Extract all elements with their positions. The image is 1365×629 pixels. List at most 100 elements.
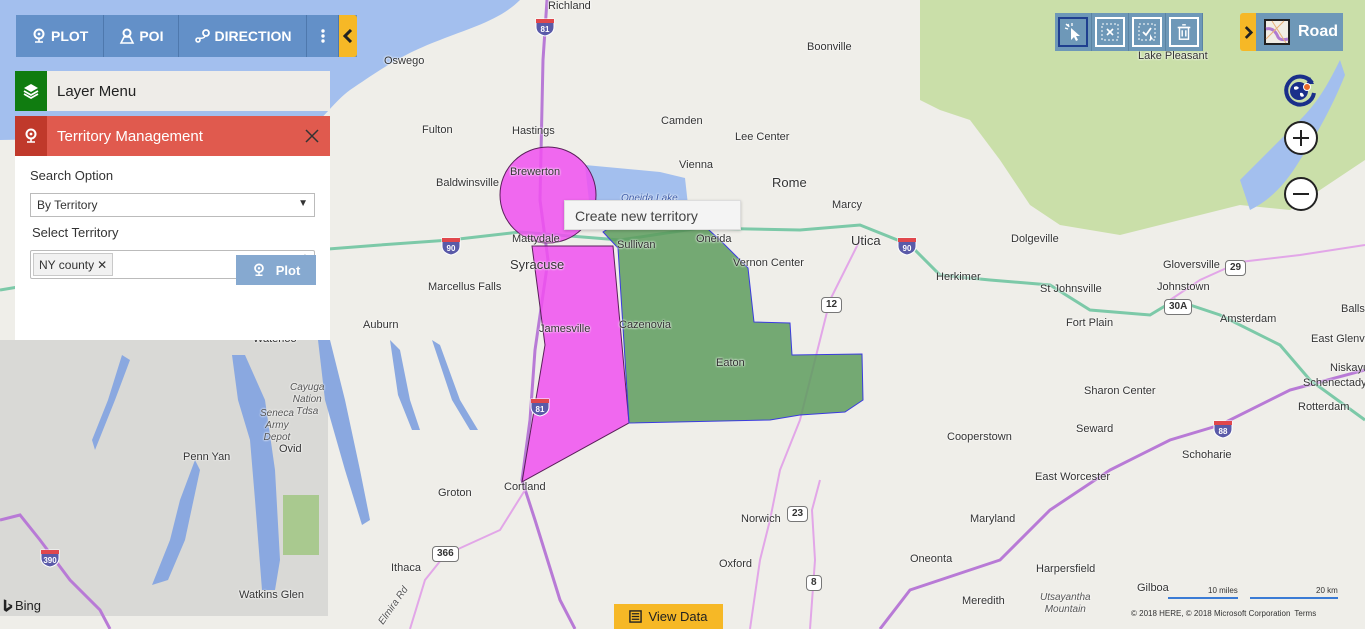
map-label-city: Boonville [807, 41, 852, 53]
view-data-button[interactable]: View Data [614, 604, 723, 629]
map-label-city: Marcy [832, 199, 862, 211]
draw-tools [1055, 13, 1203, 51]
map-label-city: Ballston [1341, 303, 1365, 315]
direction-button[interactable]: DIRECTION [179, 15, 308, 57]
map-label-city: Schoharie [1182, 449, 1232, 461]
locate-me-button[interactable] [1282, 73, 1318, 109]
poi-button-label: POI [139, 28, 164, 44]
map-pin-icon [33, 28, 45, 43]
map-label-city: Utica [851, 233, 881, 248]
close-panel-button[interactable] [294, 116, 330, 156]
layer-menu[interactable]: Layer Menu [15, 71, 330, 111]
map-label-city: Oswego [384, 55, 425, 67]
terms-link[interactable]: Terms [1294, 609, 1316, 618]
more-options-button[interactable] [307, 15, 340, 57]
check-selection-button[interactable] [1129, 13, 1166, 51]
map-label-city: Cooperstown [947, 431, 1012, 443]
svg-text:390: 390 [43, 556, 57, 565]
map-label-city: Watkins Glen [239, 589, 305, 601]
scale-miles: 10 miles [1208, 586, 1238, 595]
list-document-icon [629, 610, 643, 623]
map-label-feature: Seneca Army Depot [260, 408, 294, 443]
territory-panel-title: Territory Management [57, 127, 203, 145]
interstate-shield-icon: 81 [530, 398, 550, 417]
forest-parcel [283, 495, 319, 555]
main-toolbar: PLOT POI DIRECTION [16, 15, 358, 57]
delete-button[interactable] [1166, 13, 1203, 51]
map-label-city: Maryland [970, 513, 1016, 525]
map-label-city: Syracuse [510, 257, 565, 272]
person-pin-icon [120, 28, 135, 44]
map-label-city: Dolgeville [1011, 233, 1059, 245]
state-route-marker: 23 [787, 506, 809, 522]
route-icon [195, 29, 211, 43]
map-label-city: Eaton [716, 357, 745, 369]
map-label-city: Oneida [696, 233, 732, 245]
dropdown-arrow-icon: ▼ [298, 198, 308, 209]
clear-selection-button[interactable] [1092, 13, 1129, 51]
map-label-city: Penn Yan [183, 451, 231, 463]
map-label-city: East Worcester [1035, 471, 1110, 483]
select-tool-button[interactable] [1055, 13, 1092, 51]
map-application: Richland Oswego Boonville Fulton Hastings Cam… [0, 0, 1365, 629]
map-label-city: Cortland [504, 481, 546, 493]
map-label-feature: Cayuga Nation Tdsa [290, 382, 325, 417]
zoom-out-button[interactable] [1284, 177, 1318, 211]
plus-icon [1293, 130, 1309, 146]
interstate-shield-icon: 88 [1213, 420, 1233, 439]
search-option-label: Search Option [30, 168, 114, 183]
map-label-city: Herkimer [936, 271, 981, 283]
create-territory-menu-item[interactable]: Create new territory [564, 200, 741, 230]
chevron-left-icon [343, 29, 353, 43]
map-label-city: Gloversville [1163, 259, 1220, 271]
map-label-city: Sullivan [617, 239, 656, 251]
state-route-marker: 30A [1164, 299, 1193, 315]
map-label-city: Harpersfield [1036, 563, 1096, 575]
road-style-button[interactable]: Road [1256, 13, 1343, 51]
plot-territory-button[interactable]: Plot [236, 255, 316, 285]
map-label-city: Richland [548, 0, 591, 12]
scale-bar-km [1250, 597, 1338, 599]
map-label-city: Mattydale [512, 233, 560, 245]
state-route-marker: 8 [806, 575, 822, 591]
map-label-city: Ithaca [391, 562, 421, 574]
check-selection-icon [1132, 17, 1162, 47]
state-route-marker: 29 [1225, 260, 1247, 276]
map-label-city: Amsterdam [1220, 313, 1277, 325]
map-label-city: Fulton [422, 124, 453, 136]
search-option-select[interactable]: By Territory ▼ [30, 193, 315, 217]
road-map-thumbnail-icon [1264, 19, 1290, 45]
map-label-city: Lee Center [735, 131, 790, 143]
poi-button[interactable]: POI [104, 15, 180, 57]
map-label-city: Gilboa [1137, 582, 1169, 594]
map-label-city: Lake Pleasant [1138, 50, 1208, 62]
zoom-in-button[interactable] [1284, 121, 1318, 155]
territory-chip: NY county ✕ [33, 253, 114, 276]
chevron-right-icon [1244, 25, 1253, 39]
plot-button[interactable]: PLOT [16, 15, 105, 57]
plot-button-label: PLOT [51, 28, 89, 44]
scale-bar-miles [1168, 597, 1238, 599]
map-label-city: Camden [661, 115, 703, 127]
interstate-shield-icon: 81 [535, 18, 555, 37]
close-icon [305, 129, 319, 143]
select-pointer-icon [1058, 17, 1088, 47]
map-label-city: Meredith [962, 595, 1005, 607]
expand-map-style-button[interactable] [1240, 13, 1256, 51]
copyright-notice: © 2018 HERE, © 2018 Microsoft Corporatio… [1131, 609, 1316, 618]
map-label-city: Brewerton [510, 166, 561, 178]
map-label-city: Cazenovia [619, 319, 671, 331]
map-label-city: Oneonta [910, 553, 953, 565]
road-style-label: Road [1298, 23, 1338, 40]
map-label-city: Vienna [679, 159, 714, 171]
minus-icon [1293, 193, 1309, 195]
map-label-city: Baldwinsville [436, 177, 499, 189]
select-territory-label: Select Territory [32, 225, 119, 240]
map-label-city: Rome [772, 175, 807, 190]
map-label-feature: Utsayantha Mountain [1040, 592, 1091, 615]
collapse-toolbar-button[interactable] [339, 15, 358, 57]
remove-chip-icon[interactable]: ✕ [97, 258, 107, 272]
interstate-shield-icon: 90 [897, 237, 917, 256]
svg-text:90: 90 [903, 244, 912, 253]
bing-icon [3, 598, 13, 612]
